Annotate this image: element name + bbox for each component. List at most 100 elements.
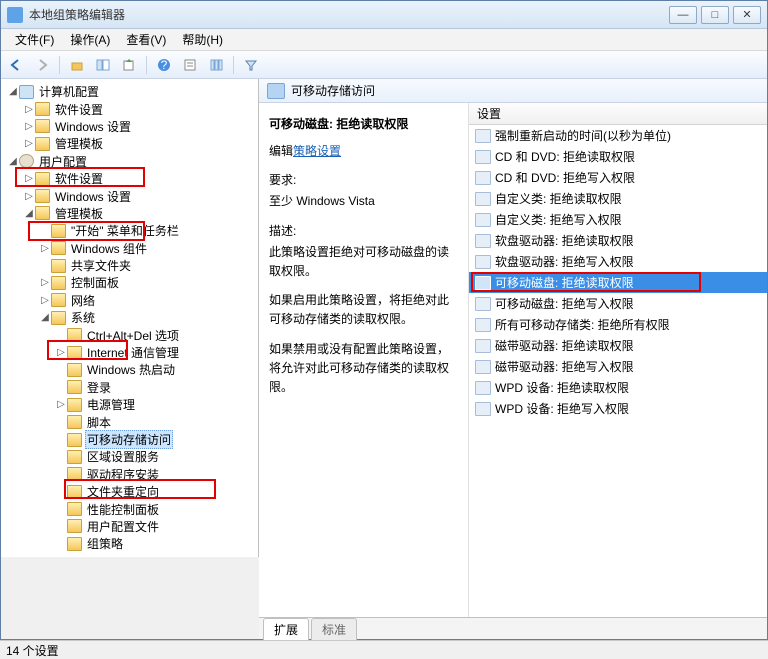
requirement-value: 至少 Windows Vista xyxy=(269,192,458,211)
status-bar: 14 个设置 xyxy=(0,640,768,659)
menu-view[interactable]: 查看(V) xyxy=(118,29,174,50)
tree-node[interactable]: 组策略 xyxy=(3,535,258,552)
tree-node-system[interactable]: ◢系统 xyxy=(3,309,258,326)
tree-node[interactable]: 驱动程序安装 xyxy=(3,466,258,483)
list-row[interactable]: 可移动磁盘: 拒绝读取权限 xyxy=(469,272,767,293)
policy-settings-link[interactable]: 策略设置 xyxy=(293,144,341,158)
list-row[interactable]: WPD 设备: 拒绝写入权限 xyxy=(469,398,767,419)
list-row[interactable]: 磁带驱动器: 拒绝写入权限 xyxy=(469,356,767,377)
tree-node[interactable]: ▷软件设置 xyxy=(3,170,258,187)
list-row[interactable]: 所有可移动存储类: 拒绝所有权限 xyxy=(469,314,767,335)
tree-node[interactable]: ▷网络 xyxy=(3,292,258,309)
detail-pane: 可移动磁盘: 拒绝读取权限 编辑策略设置 要求: 至少 Windows Vist… xyxy=(259,103,469,617)
description-label: 描述: xyxy=(269,222,458,241)
title-bar: 本地组策略编辑器 — □ ✕ xyxy=(1,1,767,29)
list-row[interactable]: CD 和 DVD: 拒绝写入权限 xyxy=(469,167,767,188)
list-row-label: CD 和 DVD: 拒绝写入权限 xyxy=(495,169,635,186)
list-row[interactable]: 自定义类: 拒绝写入权限 xyxy=(469,209,767,230)
list-row-label: 软盘驱动器: 拒绝写入权限 xyxy=(495,253,634,270)
list-row-label: 磁带驱动器: 拒绝读取权限 xyxy=(495,337,634,354)
app-window: 本地组策略编辑器 — □ ✕ 文件(F) 操作(A) 查看(V) 帮助(H) ?… xyxy=(0,0,768,640)
tree-node[interactable]: Windows 热启动 xyxy=(3,361,258,378)
policy-icon xyxy=(475,318,491,332)
tree-node[interactable]: ▷软件设置 xyxy=(3,100,258,117)
help-button[interactable]: ? xyxy=(153,54,175,76)
tree-node[interactable]: 文件夹重定向 xyxy=(3,483,258,500)
list-row-label: CD 和 DVD: 拒绝读取权限 xyxy=(495,148,635,165)
list-row[interactable]: 磁带驱动器: 拒绝读取权限 xyxy=(469,335,767,356)
back-button[interactable] xyxy=(5,54,27,76)
tree-node[interactable]: ▷控制面板 xyxy=(3,274,258,291)
folder-icon xyxy=(67,398,82,412)
separator-icon xyxy=(146,56,147,74)
list-header[interactable]: 设置 xyxy=(469,103,767,125)
tree-node-admin-templates[interactable]: ◢管理模板 xyxy=(3,205,258,222)
list-row-label: 自定义类: 拒绝读取权限 xyxy=(495,190,622,207)
folder-icon xyxy=(35,102,50,116)
user-icon xyxy=(19,154,34,168)
tree-node[interactable]: 用户配置文件 xyxy=(3,518,258,535)
menu-action[interactable]: 操作(A) xyxy=(62,29,118,50)
tree-node[interactable]: 登录 xyxy=(3,379,258,396)
window-title: 本地组策略编辑器 xyxy=(29,6,669,23)
tree-node-user-config[interactable]: ◢用户配置 xyxy=(3,153,258,170)
path-title: 可移动存储访问 xyxy=(291,82,375,99)
minimize-button[interactable]: — xyxy=(669,6,697,24)
settings-list[interactable]: 强制重新启动的时间(以秒为单位) CD 和 DVD: 拒绝读取权限 CD 和 DVD… xyxy=(469,125,767,617)
tree-node[interactable]: 区域设置服务 xyxy=(3,448,258,465)
tab-extended[interactable]: 扩展 xyxy=(263,618,309,640)
list-row[interactable]: 可移动磁盘: 拒绝写入权限 xyxy=(469,293,767,314)
list-row[interactable]: 软盘驱动器: 拒绝读取权限 xyxy=(469,230,767,251)
list-row[interactable]: 软盘驱动器: 拒绝写入权限 xyxy=(469,251,767,272)
tree-node[interactable]: 性能控制面板 xyxy=(3,500,258,517)
list-row[interactable]: 自定义类: 拒绝读取权限 xyxy=(469,188,767,209)
maximize-button[interactable]: □ xyxy=(701,6,729,24)
tree-node[interactable]: Ctrl+Alt+Del 选项 xyxy=(3,326,258,343)
folder-icon xyxy=(267,83,285,99)
tree-node[interactable]: ▷管理模板 xyxy=(3,135,258,152)
list-row[interactable]: 强制重新启动的时间(以秒为单位) xyxy=(469,125,767,146)
policy-icon xyxy=(475,360,491,374)
policy-icon xyxy=(475,297,491,311)
up-button[interactable] xyxy=(66,54,88,76)
navigation-tree[interactable]: ◢计算机配置 ▷软件设置 ▷Windows 设置 ▷管理模板 ◢用户配置 ▷软件… xyxy=(1,79,259,557)
path-bar: 可移动存储访问 xyxy=(259,79,767,103)
window-controls: — □ ✕ xyxy=(669,6,767,24)
list-row[interactable]: WPD 设备: 拒绝读取权限 xyxy=(469,377,767,398)
properties-button[interactable] xyxy=(179,54,201,76)
list-row-label: 软盘驱动器: 拒绝读取权限 xyxy=(495,232,634,249)
policy-icon xyxy=(475,402,491,416)
folder-icon xyxy=(67,537,82,551)
menu-help[interactable]: 帮助(H) xyxy=(174,29,231,50)
tree-node[interactable]: 脚本 xyxy=(3,413,258,430)
menu-file[interactable]: 文件(F) xyxy=(7,29,62,50)
tree-node[interactable]: ▷Windows 设置 xyxy=(3,187,258,204)
tab-standard[interactable]: 标准 xyxy=(311,618,357,640)
folder-icon xyxy=(67,467,82,481)
tree-node-computer-config[interactable]: ◢计算机配置 xyxy=(3,83,258,100)
policy-icon xyxy=(475,129,491,143)
policy-icon xyxy=(475,192,491,206)
close-button[interactable]: ✕ xyxy=(733,6,761,24)
policy-icon xyxy=(475,276,491,290)
tree-node[interactable]: 共享文件夹 xyxy=(3,257,258,274)
right-body: 可移动磁盘: 拒绝读取权限 编辑策略设置 要求: 至少 Windows Vist… xyxy=(259,103,767,617)
folder-icon xyxy=(67,328,82,342)
tree-node[interactable]: ▷Windows 设置 xyxy=(3,118,258,135)
forward-button[interactable] xyxy=(31,54,53,76)
description-text: 此策略设置拒绝对可移动磁盘的读取权限。 xyxy=(269,243,458,281)
tree-node[interactable]: ▷电源管理 xyxy=(3,396,258,413)
folder-icon xyxy=(35,119,50,133)
policy-icon xyxy=(475,339,491,353)
export-button[interactable] xyxy=(118,54,140,76)
list-row[interactable]: CD 和 DVD: 拒绝读取权限 xyxy=(469,146,767,167)
list-row-label: WPD 设备: 拒绝写入权限 xyxy=(495,400,629,417)
tree-node-removable-storage[interactable]: 可移动存储访问 xyxy=(3,431,258,448)
tree-node[interactable]: ▷Windows 组件 xyxy=(3,240,258,257)
columns-button[interactable] xyxy=(205,54,227,76)
filter-button[interactable] xyxy=(240,54,262,76)
tree-node[interactable]: "开始" 菜单和任务栏 xyxy=(3,222,258,239)
tree-node[interactable]: ▷Internet 通信管理 xyxy=(3,344,258,361)
folder-icon xyxy=(67,502,82,516)
show-hide-tree-button[interactable] xyxy=(92,54,114,76)
